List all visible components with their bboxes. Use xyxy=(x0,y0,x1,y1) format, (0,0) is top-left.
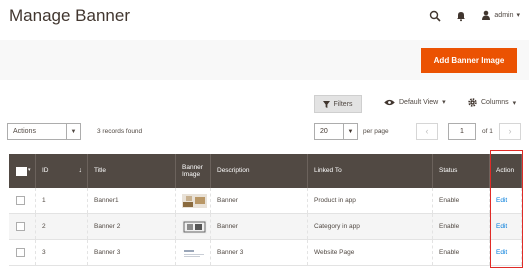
view-dropdown[interactable]: Default View ▾ xyxy=(384,98,446,106)
grid-toolbar-bottom: Actions ▼ 3 records found 20 ▼ per page … xyxy=(0,121,529,143)
per-page-select[interactable]: 20 ▼ xyxy=(314,123,358,140)
cell-description: Banner xyxy=(211,188,308,213)
funnel-icon xyxy=(323,100,331,108)
page-title: Manage Banner xyxy=(9,6,130,25)
column-header-banner-image[interactable]: Banner Image xyxy=(176,154,211,188)
chevron-down-icon: ▾ xyxy=(442,99,446,106)
chevron-down-icon: ▼ xyxy=(343,124,357,139)
cell-status: Enable xyxy=(433,214,490,239)
row-checkbox[interactable] xyxy=(16,196,25,205)
cell-linked-to: Website Page xyxy=(308,240,433,265)
bell-icon[interactable] xyxy=(455,9,467,22)
page-actions-bar: Add Banner Image xyxy=(0,40,529,80)
gear-icon xyxy=(468,98,477,107)
actions-label: Actions xyxy=(13,128,36,135)
page-number-input[interactable]: 1 xyxy=(448,123,476,140)
cell-description: Banner xyxy=(211,214,308,239)
grid-header-row: ▾ ID ↓ Title Banner Image Description Li… xyxy=(9,154,522,188)
banner-thumbnail-image xyxy=(182,219,207,234)
search-icon[interactable] xyxy=(429,9,441,22)
cell-linked-to: Product in app xyxy=(308,188,433,213)
mass-actions-dropdown[interactable]: Actions ▼ xyxy=(7,123,81,140)
view-label: Default View xyxy=(399,98,439,106)
filters-label: Filters xyxy=(333,100,353,108)
cell-id: 1 xyxy=(36,188,88,213)
column-header-id[interactable]: ID ↓ xyxy=(36,154,88,188)
cell-title: Banner 2 xyxy=(88,214,176,239)
chevron-down-icon: ▾ xyxy=(512,99,517,107)
row-checkbox[interactable] xyxy=(16,222,25,231)
column-header-title[interactable]: Title xyxy=(88,154,176,188)
chevron-down-icon: ▾ xyxy=(28,167,31,174)
checkbox-dropdown-icon xyxy=(16,166,27,176)
table-row: 3 Banner 3 Banner 3 Website Page Enable … xyxy=(9,240,522,266)
column-header-status[interactable]: Status xyxy=(433,154,490,188)
cell-linked-to: Category in app xyxy=(308,214,433,239)
user-icon xyxy=(482,10,491,20)
cell-status: Enable xyxy=(433,188,490,213)
cell-description: Banner 3 xyxy=(211,240,308,265)
add-banner-image-button[interactable]: Add Banner Image xyxy=(421,48,517,73)
banner-thumbnail-image xyxy=(182,193,207,208)
cell-status: Enable xyxy=(433,240,490,265)
columns-dropdown[interactable]: Columns ▾ xyxy=(468,98,516,107)
columns-label: Columns xyxy=(481,99,509,106)
banner-thumbnail-image xyxy=(182,245,207,260)
records-found: 3 records found xyxy=(97,128,143,135)
eye-icon xyxy=(384,99,395,105)
filters-button[interactable]: Filters xyxy=(314,95,362,113)
action-column-highlight xyxy=(490,150,523,268)
table-row: 1 Banner1 Banner Product in app Enable E… xyxy=(9,188,522,214)
select-all-checkbox[interactable]: ▾ xyxy=(9,154,36,188)
table-row: 2 Banner 2 Banner Category in app Enable… xyxy=(9,214,522,240)
previous-page-button[interactable]: ‹ xyxy=(416,123,438,140)
cell-id: 2 xyxy=(36,214,88,239)
next-page-button[interactable]: › xyxy=(499,123,521,140)
cell-id: 3 xyxy=(36,240,88,265)
page-total: of 1 xyxy=(482,128,493,135)
header-icons: admin ▾ xyxy=(429,9,520,22)
chevron-down-icon: ▾ xyxy=(516,12,520,19)
column-header-description[interactable]: Description xyxy=(211,154,308,188)
column-header-linked-to[interactable]: Linked To xyxy=(308,154,433,188)
admin-username: admin xyxy=(494,11,514,19)
sort-arrow-icon: ↓ xyxy=(78,166,83,174)
per-page-value: 20 xyxy=(320,128,328,135)
grid-toolbar-top: Filters Default View ▾ Columns ▾ xyxy=(0,92,529,114)
row-checkbox[interactable] xyxy=(16,248,25,257)
cell-title: Banner 3 xyxy=(88,240,176,265)
per-page-label: per page xyxy=(363,128,389,135)
chevron-down-icon: ▼ xyxy=(66,124,80,139)
admin-user-menu[interactable]: admin ▾ xyxy=(481,10,520,20)
page-header: Manage Banner admin ▾ xyxy=(0,0,529,36)
banner-grid: ▾ ID ↓ Title Banner Image Description Li… xyxy=(9,154,522,266)
cell-title: Banner1 xyxy=(88,188,176,213)
